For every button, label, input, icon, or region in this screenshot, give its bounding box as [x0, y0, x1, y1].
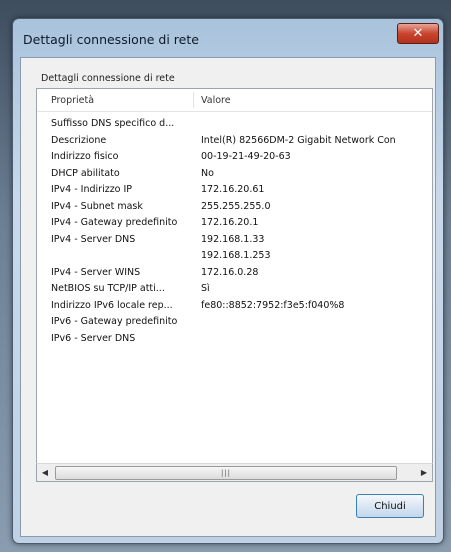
value-cell: 172.16.0.28 [201, 266, 259, 278]
value-cell: 00-19-21-49-20-63 [201, 151, 291, 162]
grip-icon: ||| [220, 469, 232, 477]
value-cell: 192.168.1.253 [201, 250, 271, 261]
close-icon: ✕ [412, 26, 424, 41]
value-cell: Sì [201, 283, 210, 294]
table-row[interactable]: IPv4 - Server DNS 192.168.1.33 [37, 233, 432, 250]
property-cell: IPv4 - Gateway predefinito [51, 217, 178, 228]
column-header-value[interactable]: Valore [201, 95, 231, 106]
table-row[interactable]: IPv6 - Gateway predefinito [37, 315, 432, 332]
window-close-button[interactable]: ✕ [397, 23, 439, 44]
table-row[interactable]: Descrizione Intel(R) 82566DM-2 Gigabit Ne… [37, 134, 432, 151]
column-header-property[interactable]: Proprietà [51, 95, 94, 106]
property-cell: NetBIOS su TCP/IP atti... [51, 283, 165, 294]
group-label: Dettagli connessione di rete [41, 73, 175, 84]
column-separator[interactable] [193, 92, 194, 108]
table-row[interactable]: IPv6 - Server DNS [37, 332, 432, 349]
window-title: Dettagli connessione di rete [23, 32, 199, 47]
value-cell: fe80::8852:7952:f3e5:f040%8 [201, 299, 345, 311]
value-cell: 172.16.20.61 [201, 184, 265, 195]
property-cell: IPv6 - Gateway predefinito [51, 316, 178, 327]
horizontal-scrollbar[interactable]: ◀ ||| ▶ [36, 463, 433, 482]
property-cell: Suffisso DNS specifico d... [51, 118, 175, 129]
scrollbar-thumb[interactable]: ||| [55, 466, 397, 480]
table-row[interactable]: DHCP abilitato No [37, 167, 432, 184]
list-rows: Suffisso DNS specifico d... Descrizione I… [37, 117, 432, 348]
value-cell: No [201, 167, 214, 179]
table-row[interactable]: Indirizzo fisico 00-19-21-49-20-63 [37, 150, 432, 167]
property-cell: Descrizione [51, 134, 107, 146]
scroll-left-arrow-icon[interactable]: ◀ [37, 464, 53, 481]
table-row[interactable]: NetBIOS su TCP/IP atti... Sì [37, 282, 432, 299]
value-cell: 255.255.255.0 [201, 200, 271, 212]
property-cell: IPv4 - Indirizzo IP [51, 184, 133, 195]
table-row[interactable]: Indirizzo IPv6 locale rep... fe80::8852:7… [37, 299, 432, 316]
table-row[interactable]: 192.168.1.253 [37, 249, 432, 266]
close-button[interactable]: Chiudi [356, 494, 424, 518]
scroll-right-arrow-icon[interactable]: ▶ [416, 464, 432, 481]
property-cell: Indirizzo fisico [51, 151, 119, 162]
dialog-content: Dettagli connessione di rete Proprietà V… [20, 57, 436, 537]
title-bar[interactable]: Dettagli connessione di rete ✕ [13, 19, 443, 53]
list-header: Proprietà Valore [37, 89, 432, 112]
property-cell: IPv6 - Server DNS [51, 332, 136, 344]
value-cell: 192.168.1.33 [201, 233, 265, 245]
property-cell: IPv4 - Server WINS [51, 266, 141, 278]
table-row[interactable]: Suffisso DNS specifico d... [37, 117, 432, 134]
property-cell: DHCP abilitato [51, 167, 120, 179]
value-cell: 172.16.20.1 [201, 217, 259, 228]
table-row[interactable]: IPv4 - Indirizzo IP 172.16.20.61 [37, 183, 432, 200]
property-cell: Indirizzo IPv6 locale rep... [51, 299, 173, 311]
details-list[interactable]: Proprietà Valore Suffisso DNS specifico … [36, 88, 433, 480]
table-row[interactable]: IPv4 - Gateway predefinito 172.16.20.1 [37, 216, 432, 233]
property-cell: IPv4 - Subnet mask [51, 200, 143, 212]
table-row[interactable]: IPv4 - Server WINS 172.16.0.28 [37, 266, 432, 283]
network-details-dialog: Dettagli connessione di rete ✕ Dettagli … [12, 18, 444, 544]
property-cell: IPv4 - Server DNS [51, 233, 136, 245]
table-row[interactable]: IPv4 - Subnet mask 255.255.255.0 [37, 200, 432, 217]
value-cell: Intel(R) 82566DM-2 Gigabit Network Con [201, 134, 396, 146]
